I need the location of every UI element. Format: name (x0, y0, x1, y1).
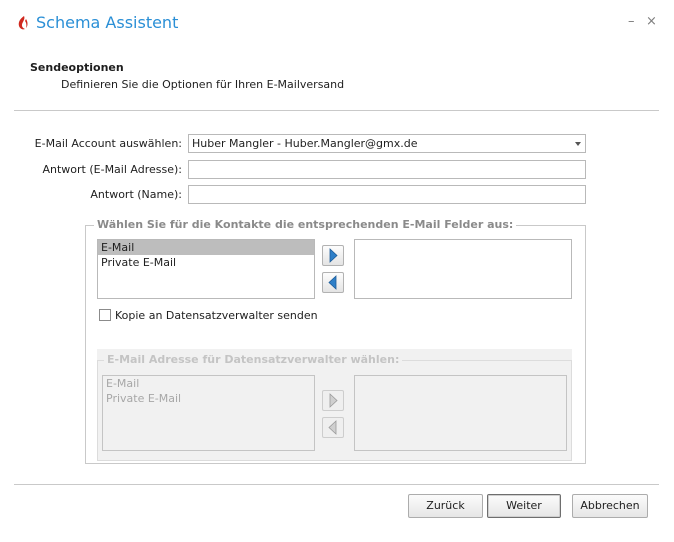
manager-group-legend: E-Mail Adresse für Datensatzverwalter wä… (104, 353, 403, 366)
manager-available-list: E-Mail Private E-Mail (102, 375, 315, 451)
reply-name-input[interactable] (188, 185, 586, 204)
move-right-button[interactable] (322, 245, 344, 266)
minimize-button[interactable]: – (628, 14, 635, 29)
account-label: E-Mail Account auswählen: (34, 137, 182, 150)
manager-chosen-list (354, 375, 567, 451)
reply-email-label: Antwort (E-Mail Adresse): (42, 163, 182, 176)
footer-divider (14, 484, 659, 485)
back-button[interactable]: Zurück (408, 494, 483, 518)
chosen-fields-list[interactable] (354, 239, 572, 299)
list-item-email[interactable]: E-Mail (98, 240, 314, 255)
move-left-button[interactable] (322, 272, 344, 293)
cancel-button[interactable]: Abbrechen (572, 494, 648, 518)
close-button[interactable]: × (646, 14, 657, 29)
section-subtitle: Definieren Sie die Optionen für Ihren E-… (61, 78, 345, 91)
reply-name-label: Antwort (Name): (90, 188, 182, 201)
next-button[interactable]: Weiter (487, 494, 561, 518)
arrow-right-icon (329, 393, 338, 408)
manager-move-right-button (322, 390, 344, 411)
account-select-value: Huber Mangler - Huber.Mangler@gmx.de (192, 137, 418, 150)
section-title: Sendeoptionen (30, 61, 124, 74)
arrow-left-icon (328, 275, 337, 290)
manager-move-left-button (322, 417, 344, 438)
copy-to-manager-label: Kopie an Datensatzverwalter senden (115, 309, 318, 322)
manager-list-item-email: E-Mail (106, 377, 140, 390)
arrow-right-icon (329, 248, 338, 263)
header-divider (14, 110, 659, 111)
manager-list-item-private-email: Private E-Mail (106, 392, 182, 405)
arrow-left-icon (328, 420, 337, 435)
available-fields-list[interactable]: E-Mail Private E-Mail (97, 239, 315, 299)
account-select[interactable]: Huber Mangler - Huber.Mangler@gmx.de (188, 134, 586, 153)
app-logo-icon (16, 15, 30, 31)
reply-email-input[interactable] (188, 160, 586, 179)
list-item-private-email[interactable]: Private E-Mail (98, 255, 314, 270)
copy-to-manager-checkbox[interactable] (99, 309, 111, 321)
chevron-down-icon[interactable] (575, 142, 581, 146)
contacts-group-legend: Wählen Sie für die Kontakte die entsprec… (94, 218, 517, 231)
window-title: Schema Assistent (36, 13, 179, 32)
